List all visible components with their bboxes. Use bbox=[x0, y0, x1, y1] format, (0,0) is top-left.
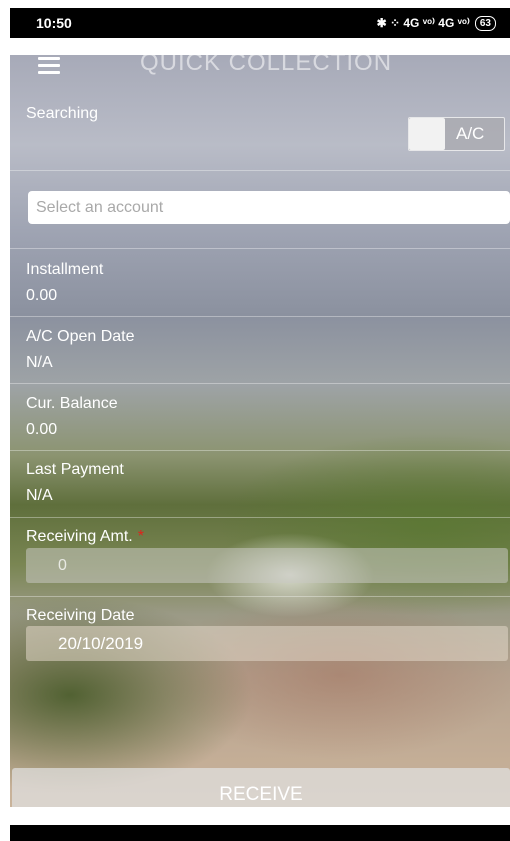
divider bbox=[10, 316, 510, 317]
status-time: 10:50 bbox=[36, 15, 72, 31]
receiving-amount-placeholder: 0 bbox=[58, 556, 67, 574]
app-screen: QUICK COLLECTION Searching A/C Select an… bbox=[10, 55, 510, 807]
app-header: QUICK COLLECTION bbox=[10, 55, 510, 99]
receiving-date-input[interactable]: 20/10/2019 bbox=[26, 626, 508, 661]
receive-button[interactable]: RECEIVE bbox=[12, 768, 510, 807]
receiving-amount-label-text: Receiving Amt. bbox=[26, 528, 133, 545]
balance-value: 0.00 bbox=[26, 421, 58, 438]
receive-button-label: RECEIVE bbox=[219, 784, 303, 805]
divider bbox=[10, 248, 510, 249]
toggle-label: A/C bbox=[456, 124, 485, 143]
installment-label: Installment bbox=[26, 261, 104, 278]
last-payment-label: Last Payment bbox=[26, 461, 124, 478]
open-date-label: A/C Open Date bbox=[26, 328, 135, 345]
battery-icon: 63 bbox=[474, 15, 496, 31]
last-payment-value: N/A bbox=[26, 487, 53, 504]
network-indicators: ✱ ⁘ 4G ᵛᵒ⁾ 4G ᵛᵒ⁾ bbox=[376, 16, 470, 30]
status-icons: ✱ ⁘ 4G ᵛᵒ⁾ 4G ᵛᵒ⁾ 63 bbox=[376, 15, 496, 31]
status-bar: 10:50 ✱ ⁘ 4G ᵛᵒ⁾ 4G ᵛᵒ⁾ 63 bbox=[10, 8, 510, 38]
page-title: QUICK COLLECTION bbox=[140, 55, 393, 76]
account-select[interactable]: Select an account bbox=[28, 191, 510, 224]
toggle-knob[interactable] bbox=[409, 118, 445, 150]
divider bbox=[10, 383, 510, 384]
divider bbox=[10, 450, 510, 451]
account-search-toggle[interactable]: A/C bbox=[408, 117, 505, 151]
installment-value: 0.00 bbox=[26, 287, 58, 304]
receiving-amount-input[interactable]: 0 bbox=[26, 548, 508, 583]
divider bbox=[10, 596, 510, 597]
bottom-bar bbox=[10, 825, 510, 841]
hamburger-icon[interactable] bbox=[38, 57, 60, 77]
divider bbox=[10, 517, 510, 518]
balance-label: Cur. Balance bbox=[26, 395, 118, 412]
receiving-date-value: 20/10/2019 bbox=[58, 633, 144, 653]
receiving-amount-label: Receiving Amt. * bbox=[26, 528, 144, 546]
receiving-date-label: Receiving Date bbox=[26, 607, 135, 624]
divider bbox=[10, 170, 510, 171]
required-mark: * bbox=[137, 528, 144, 545]
open-date-value: N/A bbox=[26, 354, 53, 371]
searching-label: Searching bbox=[26, 105, 99, 122]
account-select-placeholder: Select an account bbox=[36, 198, 164, 216]
